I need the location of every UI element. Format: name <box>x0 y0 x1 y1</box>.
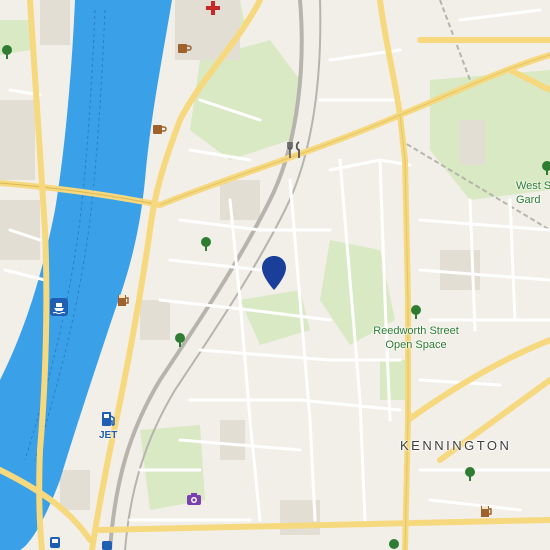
tree-icon <box>411 305 421 319</box>
ferry-icon[interactable] <box>50 298 68 316</box>
park-label-line: Open Space <box>385 339 447 351</box>
map-canvas[interactable]: Reedworth Street Open Space West S Gard … <box>0 0 550 550</box>
cafe-icon[interactable] <box>151 122 167 136</box>
tree-icon <box>465 467 475 481</box>
park-label-line: Gard <box>516 194 541 206</box>
restaurant-icon[interactable] <box>285 140 305 160</box>
tree-icon <box>175 333 185 347</box>
fuel-station-label: JET <box>99 430 118 441</box>
park-label-west-square: West S Gard <box>516 179 550 207</box>
park-label-reedworth: Reedworth Street Open Space <box>362 324 470 352</box>
pub-icon[interactable] <box>116 292 130 308</box>
district-label-kennington: KENNINGTON <box>400 438 512 453</box>
bus-icon[interactable] <box>100 540 114 550</box>
tree-icon <box>2 45 12 59</box>
cafe-icon[interactable] <box>176 41 192 55</box>
tree-icon <box>389 539 399 549</box>
bus-icon[interactable] <box>48 536 62 550</box>
location-pin-icon[interactable] <box>262 256 286 290</box>
park-label-line: Reedworth Street <box>373 325 459 337</box>
tree-icon <box>201 237 211 251</box>
park-label-line: West S <box>516 180 550 192</box>
hospital-icon[interactable] <box>205 0 221 16</box>
tree-icon <box>542 161 550 175</box>
pub-icon[interactable] <box>479 503 493 519</box>
camera-icon[interactable] <box>186 492 202 506</box>
fuel-station-icon[interactable] <box>100 410 118 428</box>
